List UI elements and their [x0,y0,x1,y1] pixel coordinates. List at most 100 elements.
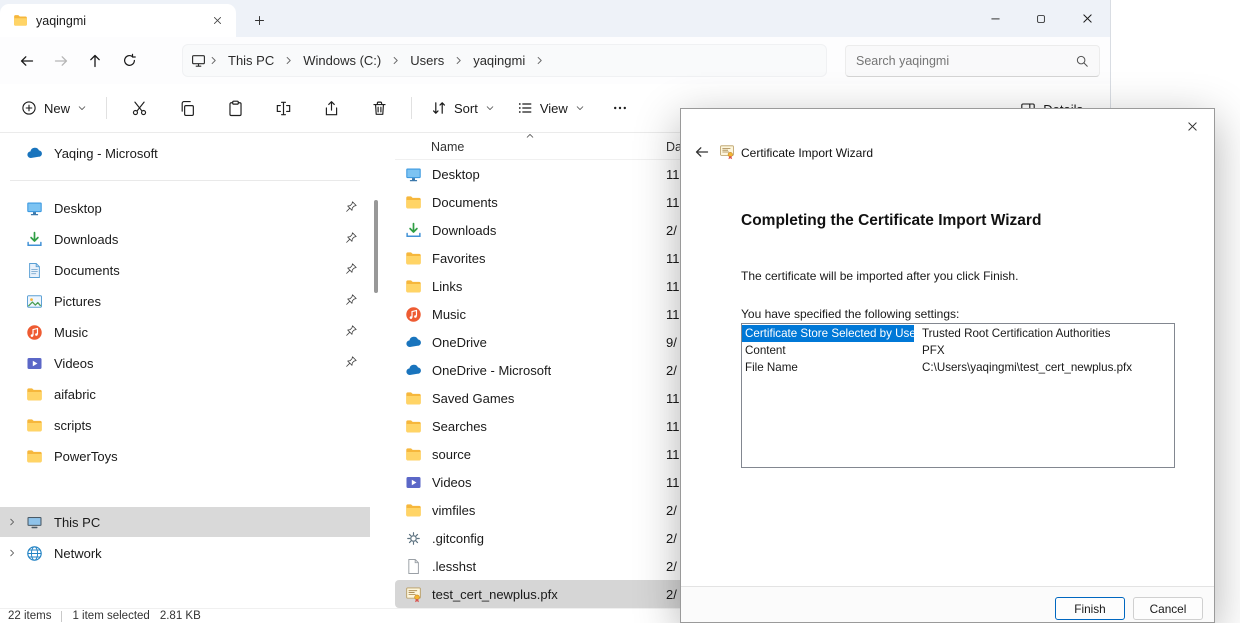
file-date: 11 [666,307,680,322]
sidebar-item-network[interactable]: Network [0,538,370,568]
file-date: 2/ [666,363,677,378]
cut-icon [131,100,148,117]
tab-close-button[interactable] [206,10,228,32]
sort-label: Sort [454,101,478,116]
chevron-right-icon [208,55,219,66]
file-row-lesshst[interactable]: .lesshst2/ [395,552,690,580]
search-box[interactable] [845,45,1100,77]
sidebar-item-videos[interactable]: Videos [0,348,370,378]
folder-icon [405,194,422,211]
sidebar-item-desktop[interactable]: Desktop [0,193,370,223]
file-row-videos[interactable]: Videos11 [395,468,690,496]
cloud-icon [405,334,422,351]
music-icon [405,306,422,323]
music-icon [26,324,43,341]
file-row-downloads[interactable]: Downloads2/ [395,216,690,244]
downloads-icon [26,231,43,248]
search-input[interactable] [856,54,1075,68]
delete-button[interactable] [355,91,403,125]
file-row-gitconfig[interactable]: .gitconfig 2/ [395,524,690,552]
cloud-icon [26,145,43,162]
sidebar-item-this-pc[interactable]: This PC [0,507,370,537]
file-name: .gitconfig [432,531,484,546]
sidebar-item-aifabric[interactable]: aifabric [0,379,370,409]
file-row-onedrive[interactable]: OneDrive9/ [395,328,690,356]
file-row-test-cert-newplus-pfx[interactable]: test_cert_newplus.pfx2/ [395,580,690,608]
settings-row-content[interactable]: ContentPFX [742,342,1174,359]
sidebar-item-pictures[interactable]: Pictures [0,286,370,316]
folder-icon [405,418,422,435]
name-column-header[interactable]: Name [431,140,464,154]
file-name: test_cert_newplus.pfx [432,587,558,602]
dialog-close-button[interactable] [1176,114,1208,138]
sidebar-scrollbar[interactable] [374,200,378,293]
file-name: Favorites [432,251,485,266]
close-icon [212,15,223,26]
back-button[interactable] [10,44,44,78]
folder-icon [405,250,422,267]
file-row-searches[interactable]: Searches11 [395,412,690,440]
maximize-icon [1035,13,1047,25]
selection-size: 2.81 KB [160,610,201,622]
sort-menu-button[interactable]: Sort [420,91,506,125]
chevron-down-icon [485,103,495,113]
tab-bar: yaqingmi [0,0,1110,37]
file-row-documents[interactable]: Documents11 [395,188,690,216]
sidebar-item-documents[interactable]: Documents [0,255,370,285]
copy-button[interactable] [163,91,211,125]
file-row-source[interactable]: source11 [395,440,690,468]
cut-button[interactable] [115,91,163,125]
refresh-button[interactable] [112,44,146,78]
arrow-left-icon [19,53,35,69]
file-row-links[interactable]: Links11 [395,272,690,300]
forward-button[interactable] [44,44,78,78]
file-name: OneDrive - Microsoft [432,363,551,378]
breadcrumb-segment-windows-c[interactable]: Windows (C:) [296,49,388,72]
file-row-music[interactable]: Music11 [395,300,690,328]
breadcrumb-segment-yaqingmi[interactable]: yaqingmi [466,49,532,72]
minimize-button[interactable] [972,0,1018,37]
sidebar-item-scripts[interactable]: scripts [0,410,370,440]
new-label: New [44,101,70,116]
new-menu-button[interactable]: New [10,91,98,125]
file-row-vimfiles[interactable]: vimfiles2/ [395,496,690,524]
more-options-button[interactable] [596,91,644,125]
toolbar-divider [106,97,107,119]
folder-icon [26,448,43,465]
delete-icon [371,100,388,117]
file-date: 2/ [666,531,677,546]
file-row-favorites[interactable]: Favorites11 [395,244,690,272]
cert-icon [405,586,422,603]
file-list-pane: Name Da Desktop11Documents11Downloads2/F… [395,133,690,608]
file-row-onedrive-microsoft[interactable]: OneDrive - Microsoft 2/ [395,356,690,384]
file-row-desktop[interactable]: Desktop11 [395,160,690,188]
settings-key: Content [742,342,914,359]
up-button[interactable] [78,44,112,78]
maximize-button[interactable] [1018,0,1064,37]
close-icon [1186,120,1199,133]
file-row-saved-games[interactable]: Saved Games11 [395,384,690,412]
dialog-title: Certificate Import Wizard [741,146,873,160]
view-menu-button[interactable]: View [506,91,596,125]
settings-row-certificate-store-selected-by-user[interactable]: Certificate Store Selected by UserTruste… [742,325,1174,342]
file-name: .lesshst [432,559,476,574]
sidebar-item-music[interactable]: Music [0,317,370,347]
new-icon [21,100,37,116]
paste-button[interactable] [211,91,259,125]
breadcrumb-segment-this-pc[interactable]: This PC [221,49,281,72]
settings-list[interactable]: Certificate Store Selected by UserTruste… [741,323,1175,468]
explorer-tab[interactable]: yaqingmi [0,4,236,37]
settings-row-file-name[interactable]: File NameC:\Users\yaqingmi\test_cert_new… [742,359,1174,376]
dialog-back-button[interactable] [689,141,715,163]
finish-button[interactable]: Finish [1055,597,1125,620]
sidebar-item-downloads[interactable]: Downloads [0,224,370,254]
rename-button[interactable] [259,91,307,125]
breadcrumb-segment-users[interactable]: Users [403,49,451,72]
sidebar-item-yaqing-microsoft[interactable]: Yaqing - Microsoft [0,138,370,168]
close-window-button[interactable] [1064,0,1110,37]
cancel-button[interactable]: Cancel [1133,597,1203,620]
sidebar-item-powertoys[interactable]: PowerToys [0,441,370,471]
new-tab-button[interactable] [244,5,274,35]
file-date: 11 [666,419,680,434]
share-button[interactable] [307,91,355,125]
